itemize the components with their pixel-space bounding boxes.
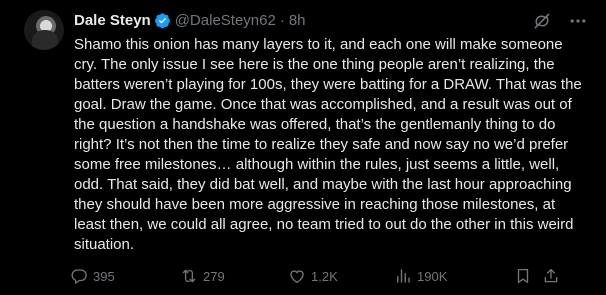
reply-count: 395 bbox=[93, 268, 115, 284]
views-button[interactable]: 190K bbox=[394, 267, 514, 285]
avatar[interactable] bbox=[24, 10, 64, 50]
verified-badge-icon bbox=[154, 12, 171, 29]
bookmark-button[interactable] bbox=[514, 267, 542, 285]
more-icon[interactable] bbox=[568, 11, 588, 31]
tweet-header: Dale Steyn @DaleSteyn62 · 8h bbox=[74, 9, 306, 31]
bookmark-icon bbox=[514, 267, 532, 285]
author-name[interactable]: Dale Steyn bbox=[74, 12, 151, 29]
views-count: 190K bbox=[417, 268, 448, 284]
share-button[interactable] bbox=[542, 267, 562, 285]
tweet-text: Shamo this onion has many layers to it, … bbox=[74, 36, 582, 253]
reply-button[interactable]: 395 bbox=[70, 267, 180, 285]
like-count: 1.2K bbox=[311, 268, 338, 284]
grok-icon[interactable] bbox=[532, 11, 552, 31]
repost-icon bbox=[180, 267, 198, 285]
tweet-top-actions bbox=[532, 11, 588, 31]
share-icon bbox=[542, 267, 560, 285]
avatar-silhouette bbox=[32, 30, 58, 50]
tweet[interactable]: Dale Steyn @DaleSteyn62 · 8h Shamo this … bbox=[0, 0, 606, 295]
author-handle[interactable]: @DaleSteyn62 bbox=[175, 12, 276, 29]
tweet-actions-bar: 395 279 1.2K 190K bbox=[70, 266, 590, 286]
reply-icon bbox=[70, 267, 88, 285]
repost-count: 279 bbox=[203, 268, 225, 284]
separator-dot: · bbox=[279, 11, 285, 29]
repost-button[interactable]: 279 bbox=[180, 267, 288, 285]
views-icon bbox=[394, 267, 412, 285]
heart-icon bbox=[288, 267, 306, 285]
tweet-timestamp[interactable]: 8h bbox=[289, 12, 306, 29]
like-button[interactable]: 1.2K bbox=[288, 267, 394, 285]
